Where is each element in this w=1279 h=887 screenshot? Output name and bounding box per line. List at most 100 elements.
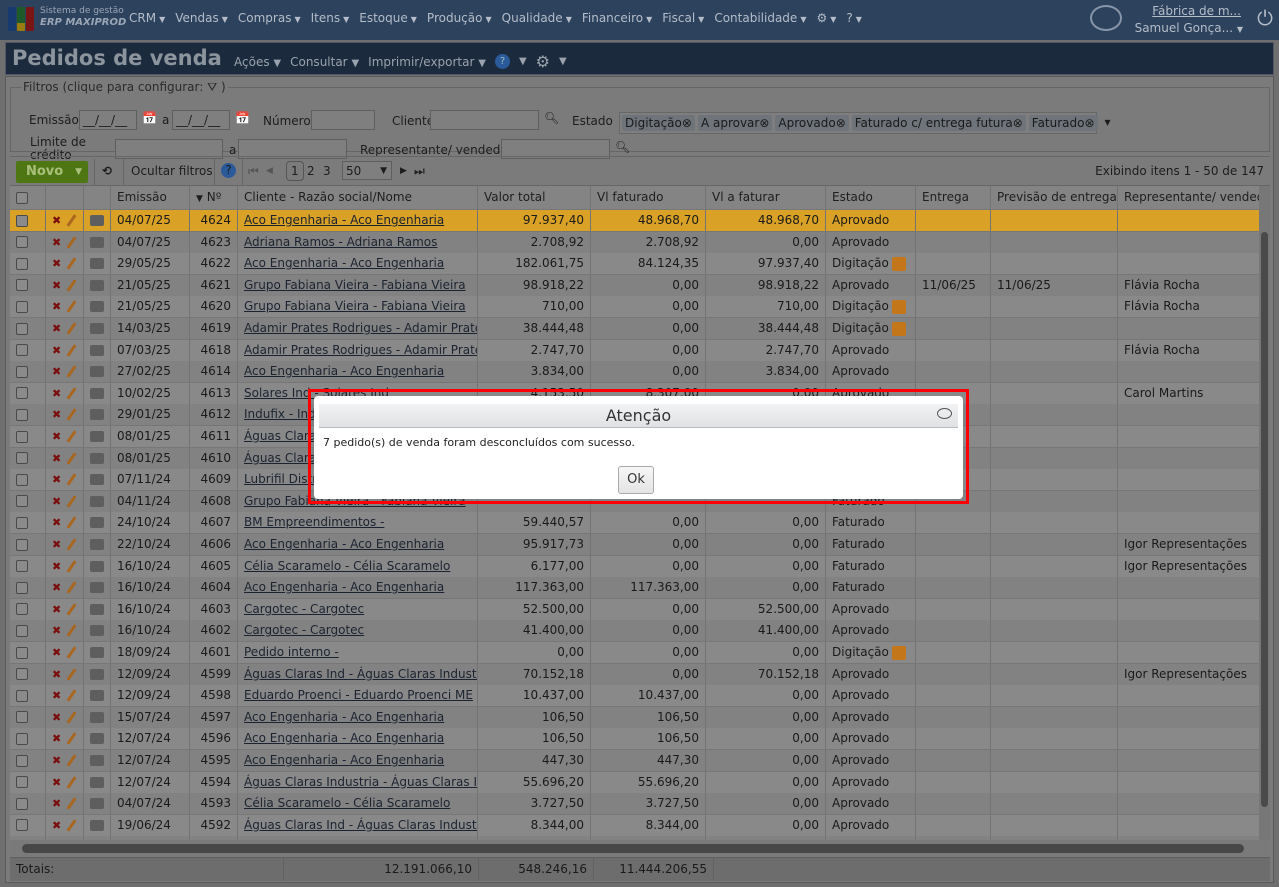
print-icon[interactable]	[90, 301, 104, 313]
print-icon[interactable]	[90, 215, 104, 226]
vertical-scrollbar[interactable]	[1259, 186, 1270, 840]
delete-icon[interactable]: ✖	[52, 300, 61, 313]
edit-icon[interactable]	[66, 667, 77, 681]
print-icon[interactable]	[90, 539, 104, 550]
print-icon[interactable]	[90, 431, 104, 442]
table-row[interactable]: ✖ 04/07/25 4623 Adriana Ramos - Adriana Ram…	[10, 231, 1266, 254]
page-1[interactable]: 1	[286, 161, 304, 181]
table-row[interactable]: ✖ 24/10/24 4607 BM Empreendimentos - 59.440,…	[10, 512, 1266, 535]
print-icon[interactable]	[90, 236, 104, 248]
edit-icon[interactable]	[66, 279, 77, 292]
print-icon[interactable]	[90, 517, 104, 529]
page-size-select[interactable]: 50 ▼	[342, 161, 392, 180]
print-icon[interactable]	[90, 733, 104, 745]
delete-icon[interactable]: ✖	[52, 236, 61, 249]
edit-status-icon[interactable]	[891, 256, 906, 271]
delete-icon[interactable]: ✖	[52, 430, 61, 443]
table-row[interactable]: ✖ 19/06/24 4592 Águas Claras Ind - Águas Cl…	[10, 814, 1266, 837]
delete-icon[interactable]: ✖	[52, 754, 61, 767]
delete-icon[interactable]: ✖	[52, 538, 61, 551]
column-header[interactable]: Previsão de entrega	[991, 186, 1118, 209]
table-row[interactable]: ✖ 04/07/25 4624 Aco Engenharia - Aco Engenh…	[10, 210, 1266, 232]
row-checkbox[interactable]	[10, 771, 46, 793]
row-checkbox[interactable]	[10, 814, 46, 836]
client-link[interactable]: Águas Claras Ind - Águas Claras Industr.…	[244, 818, 477, 832]
edit-icon[interactable]	[66, 538, 77, 551]
client-link[interactable]: Aco Engenharia - Aco Engenharia	[244, 364, 444, 378]
cliente-input[interactable]	[430, 110, 539, 130]
menu-compras[interactable]: Compras ▼	[238, 11, 301, 25]
edit-icon[interactable]	[66, 516, 77, 530]
delete-icon[interactable]: ✖	[52, 689, 61, 702]
client-link[interactable]: Aco Engenharia - Aco Engenharia	[244, 753, 444, 767]
edit-icon[interactable]	[66, 214, 77, 227]
menu-crm[interactable]: CRM ▼	[129, 11, 165, 25]
row-checkbox[interactable]	[10, 253, 46, 275]
print-icon[interactable]	[90, 776, 104, 788]
ok-button[interactable]: Ok	[618, 466, 654, 494]
table-row[interactable]: ✖ 12/09/24 4599 Águas Claras Ind - Águas Cl…	[10, 663, 1266, 686]
table-row[interactable]: ✖ 12/09/24 4598 Eduardo Proenci - Eduardo P…	[10, 685, 1266, 708]
estado-dropdown-icon[interactable]: ▾	[1105, 115, 1111, 131]
print-icon[interactable]	[90, 625, 104, 637]
delete-icon[interactable]: ✖	[52, 516, 61, 529]
print-icon[interactable]	[90, 452, 104, 464]
table-row[interactable]: ✖ 12/07/24 4596 Aco Engenharia - Aco Engenh…	[10, 728, 1266, 751]
search-icon[interactable]: 🔍︎	[544, 111, 559, 125]
column-header[interactable]: ▼ Nº	[190, 186, 238, 209]
table-row[interactable]: ✖ 16/10/24 4602 Cargotec - Cargotec 41.400,0…	[10, 620, 1266, 643]
client-link[interactable]: Cargotec - Cargotec	[244, 602, 364, 616]
print-icon[interactable]	[90, 711, 104, 723]
help-icon[interactable]: ? ▼	[846, 11, 862, 25]
estado-multiselect[interactable]: Digitação⊗ A aprovar⊗ Aprovado⊗ Faturado c/…	[619, 112, 1111, 134]
column-header[interactable]: Representante/ vendedor	[1118, 186, 1262, 209]
edit-icon[interactable]	[66, 322, 77, 335]
print-icon[interactable]	[90, 344, 104, 356]
print-icon[interactable]	[90, 582, 104, 594]
power-icon[interactable]: ⏻	[1257, 6, 1273, 30]
print-icon[interactable]	[90, 560, 104, 572]
print-icon[interactable]	[90, 819, 104, 831]
client-link[interactable]: Pedido interno -	[244, 645, 339, 659]
client-link[interactable]: Eduardo Proenci - Eduardo Proenci ME	[244, 688, 473, 702]
edit-icon[interactable]	[66, 581, 77, 594]
column-header[interactable]: Emissão	[111, 186, 190, 209]
row-checkbox[interactable]	[10, 318, 46, 339]
calendar-icon[interactable]: 📅	[235, 111, 250, 125]
edit-icon[interactable]	[66, 819, 77, 832]
column-header[interactable]: Vl a faturar	[706, 186, 826, 209]
delete-icon[interactable]: ✖	[52, 452, 61, 465]
delete-icon[interactable]: ✖	[52, 560, 61, 573]
edit-icon[interactable]	[66, 754, 77, 767]
menu-fiscal[interactable]: Fiscal ▼	[662, 11, 704, 25]
client-link[interactable]: Cargotec - Cargotec	[244, 623, 364, 637]
delete-icon[interactable]: ✖	[52, 668, 61, 681]
row-checkbox[interactable]	[10, 598, 46, 620]
print-icon[interactable]	[90, 668, 104, 680]
row-checkbox[interactable]	[10, 706, 46, 728]
column-header[interactable]: Entrega	[916, 186, 991, 209]
acoes-menu[interactable]: Ações ▼	[234, 55, 281, 69]
help-dropdown[interactable]: ▼	[519, 56, 527, 67]
horizontal-scrollbar[interactable]	[10, 840, 1270, 856]
edit-icon[interactable]	[66, 559, 77, 573]
delete-icon[interactable]: ✖	[52, 732, 61, 745]
client-link[interactable]: Aco Engenharia - Aco Engenharia	[244, 537, 444, 551]
print-icon[interactable]	[90, 323, 104, 334]
row-checkbox[interactable]	[10, 274, 46, 296]
delete-icon[interactable]: ✖	[52, 257, 61, 270]
consultar-menu[interactable]: Consultar ▼	[290, 55, 359, 69]
client-link[interactable]: Águas Claras Industria - Águas Claras I.…	[244, 775, 477, 789]
client-link[interactable]: Aco Engenharia - Aco Engenharia	[244, 731, 444, 745]
delete-icon[interactable]: ✖	[52, 711, 61, 724]
client-link[interactable]: BM Empreendimentos -	[244, 515, 384, 529]
menu-itens[interactable]: Itens ▼	[311, 11, 350, 25]
gear-icon[interactable]: ⚙ ▼	[816, 11, 836, 25]
edit-status-icon[interactable]	[891, 299, 906, 314]
filters-legend[interactable]: Filtros (clique para configurar: ⛛ )	[21, 80, 228, 95]
edit-status-icon[interactable]	[891, 321, 906, 336]
company-link[interactable]: Fábrica de m...	[1152, 4, 1241, 18]
edit-icon[interactable]	[66, 235, 77, 249]
edit-icon[interactable]	[66, 495, 77, 508]
table-row[interactable]: ✖ 12/07/24 4594 Águas Claras Industria - Ág…	[10, 771, 1266, 794]
